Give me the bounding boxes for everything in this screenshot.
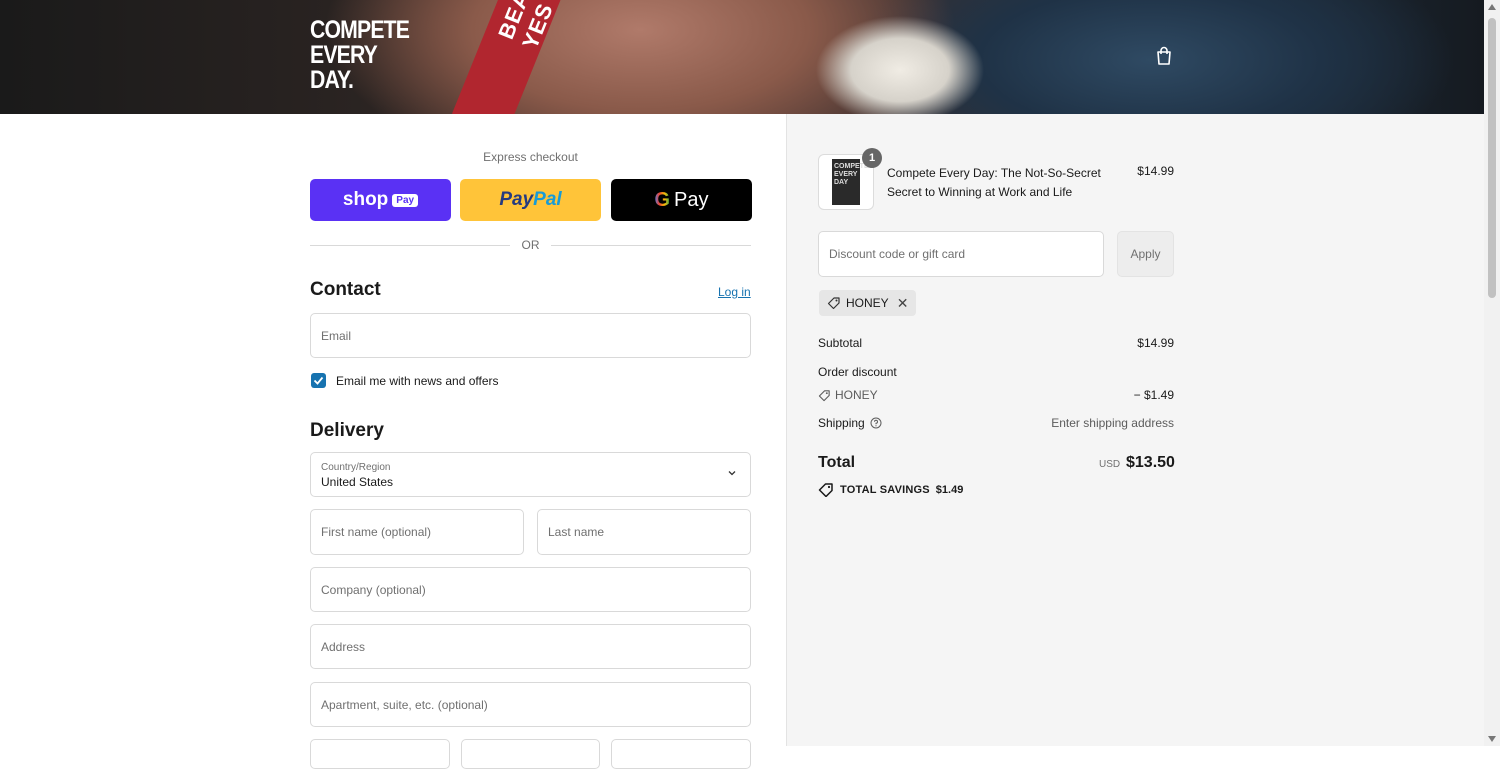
wristband-graphic: BEAT YES — [452, 0, 562, 114]
brand-logo[interactable]: COMPETE EVERY DAY. — [310, 16, 410, 94]
first-name-field[interactable] — [310, 509, 524, 555]
currency-code: USD — [1099, 459, 1121, 470]
address-input[interactable] — [311, 625, 750, 668]
discount-value: − $1.49 — [1133, 388, 1174, 402]
company-input[interactable] — [311, 568, 750, 611]
logo-line-3: DAY. — [310, 66, 354, 94]
quantity-badge: 1 — [862, 148, 882, 168]
savings-value: $1.49 — [935, 484, 964, 496]
product-title: Compete Every Day: The Not-So-Secret Sec… — [887, 166, 1101, 199]
applied-code-label: HONEY — [846, 296, 889, 310]
shop-pay-badge: Pay — [392, 193, 419, 207]
remove-discount-icon[interactable]: ✕ — [897, 295, 909, 312]
state-field[interactable] — [461, 739, 600, 769]
google-pay-button[interactable]: G Pay — [611, 179, 752, 221]
shop-pay-button[interactable]: shop Pay — [310, 179, 451, 221]
apartment-input[interactable] — [311, 683, 750, 726]
discount-code-text: HONEY — [835, 388, 878, 402]
product-price: $14.99 — [1137, 164, 1174, 178]
subtotal-label: Subtotal — [818, 336, 863, 350]
scroll-down-arrow[interactable] — [1488, 736, 1496, 742]
logo-line-2: EVERY — [310, 41, 378, 69]
chevron-down-icon — [728, 471, 736, 476]
discount-code-input[interactable] — [819, 232, 1103, 276]
paypal-label-part1: Pay — [499, 189, 534, 210]
first-name-input[interactable] — [311, 510, 523, 554]
scroll-up-arrow[interactable] — [1488, 4, 1496, 10]
delivery-heading: Delivery — [310, 420, 384, 441]
logo-line-1: COMPETE — [310, 16, 410, 44]
help-icon[interactable] — [870, 417, 882, 429]
total-value: $13.50 — [1126, 454, 1175, 471]
or-divider: OR — [310, 238, 751, 252]
scrollbar-thumb[interactable] — [1488, 18, 1496, 298]
book-cover: COMPETE EVERY DAY — [832, 159, 869, 205]
last-name-field[interactable] — [537, 509, 751, 555]
subtotal-value: $14.99 — [1137, 336, 1174, 350]
order-discount-label: Order discount — [818, 365, 897, 379]
paypal-button[interactable]: Pay Pal — [460, 179, 601, 221]
express-checkout-title: Express checkout — [483, 150, 578, 164]
tag-icon — [818, 389, 830, 401]
google-pay-label: Pay — [674, 188, 709, 211]
contact-heading: Contact — [310, 279, 381, 300]
total-savings: TOTAL SAVINGS $1.49 — [818, 483, 963, 497]
address-field[interactable] — [310, 624, 751, 669]
applied-discount-chip: HONEY ✕ — [819, 290, 917, 316]
wristband-text: BEAT YES — [493, 0, 559, 53]
newsletter-label: Email me with news and offers — [336, 373, 499, 388]
email-field[interactable] — [310, 313, 751, 358]
country-label: Country/Region — [321, 462, 391, 473]
divider-line-right — [551, 245, 751, 246]
country-select[interactable]: Country/Region United States — [310, 452, 751, 497]
order-summary-pane — [786, 114, 1485, 746]
last-name-input[interactable] — [538, 510, 750, 554]
shipping-row: Shipping — [818, 416, 882, 430]
google-g-icon: G — [654, 188, 671, 211]
discount-code-field[interactable] — [818, 231, 1104, 277]
savings-tag-icon — [818, 483, 833, 497]
country-value: United States — [321, 475, 394, 489]
tag-icon — [827, 297, 840, 310]
email-input[interactable] — [311, 314, 750, 357]
discount-code-row: HONEY — [818, 388, 878, 402]
paypal-label-part2: Pal — [533, 189, 562, 210]
company-field[interactable] — [310, 567, 751, 612]
checkmark-icon — [313, 376, 324, 385]
apartment-field[interactable] — [310, 682, 751, 727]
city-field[interactable] — [310, 739, 450, 769]
newsletter-checkbox[interactable] — [311, 373, 326, 388]
shopping-bag-icon[interactable] — [1155, 46, 1173, 66]
savings-label: TOTAL SAVINGS — [840, 484, 930, 496]
shipping-value: Enter shipping address — [1051, 416, 1174, 430]
header-banner: BEAT YES — [0, 0, 1484, 114]
zip-field[interactable] — [611, 739, 751, 769]
login-link[interactable]: Log in — [718, 285, 751, 299]
newsletter-option[interactable]: Email me with news and offers — [311, 373, 499, 388]
apply-discount-button[interactable]: Apply — [1117, 231, 1174, 277]
total-label: Total — [818, 454, 856, 471]
shipping-label: Shipping — [818, 416, 865, 430]
page-scrollbar[interactable] — [1484, 0, 1500, 746]
shop-pay-label: shop — [342, 189, 389, 210]
